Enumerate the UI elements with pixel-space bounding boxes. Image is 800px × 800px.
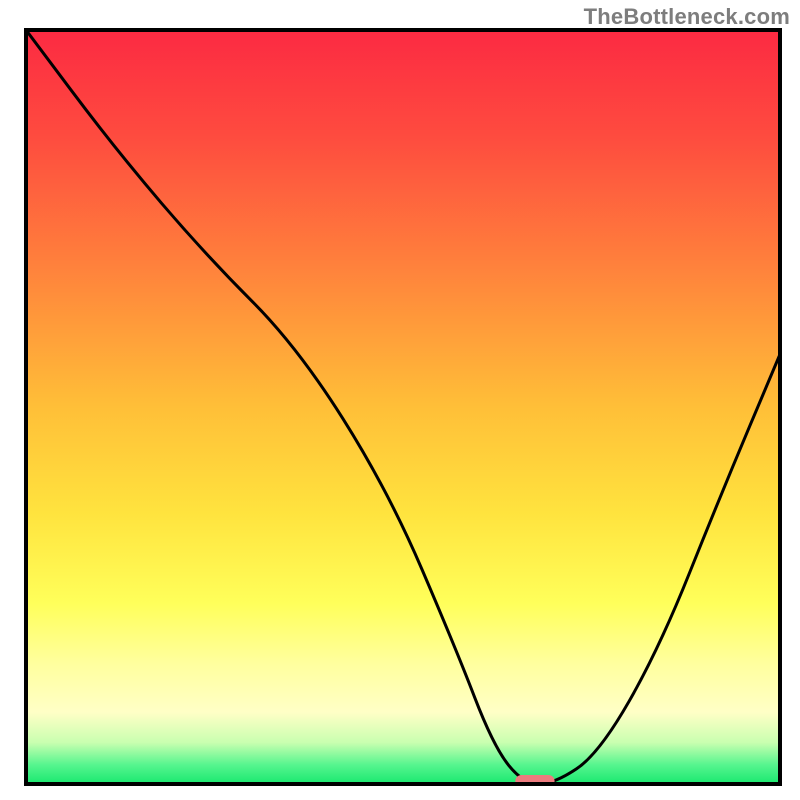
- gradient-background: [26, 30, 780, 784]
- watermark-text: TheBottleneck.com: [584, 4, 790, 30]
- optimum-marker: [515, 775, 554, 788]
- chart-stage: TheBottleneck.com: [0, 0, 800, 800]
- bottleneck-chart: [0, 0, 800, 800]
